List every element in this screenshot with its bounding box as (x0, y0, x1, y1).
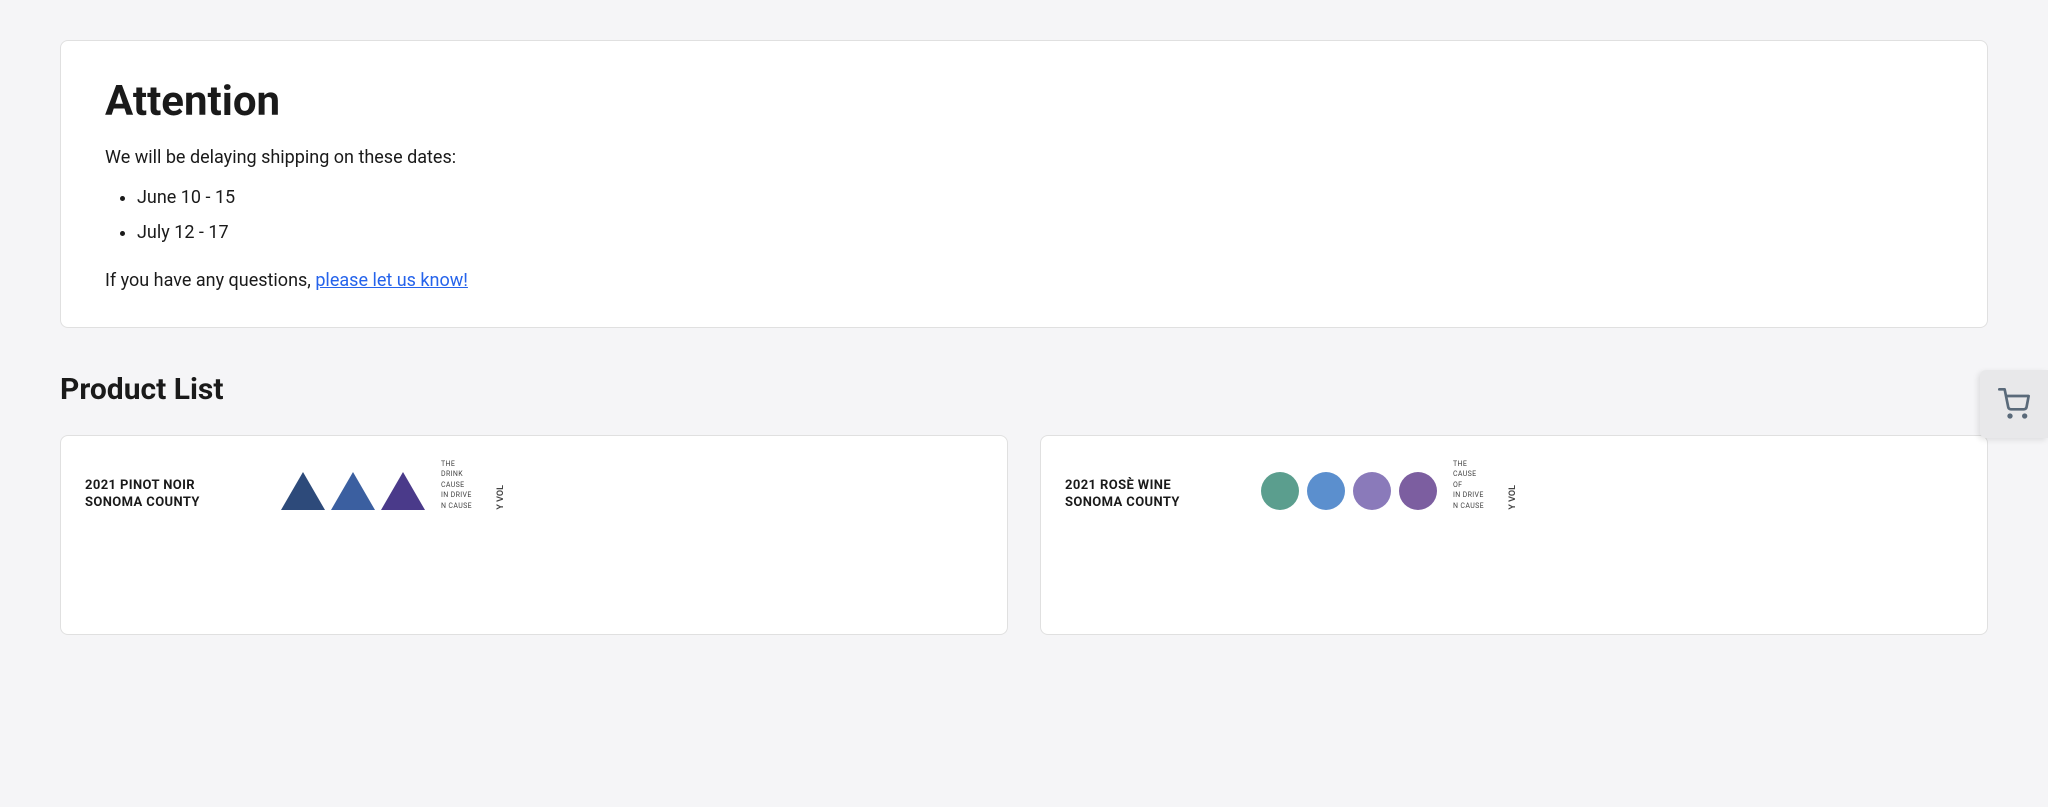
side-label: N CAUSE (1453, 502, 1484, 510)
circle-icon-1 (1261, 472, 1299, 510)
side-label: IN DRIVE (441, 491, 472, 499)
attention-box: Attention We will be delaying shipping o… (60, 40, 1988, 328)
product-info-rose-wine: 2021 ROSÈ WINE SONOMA COUNTY (1065, 478, 1245, 510)
product-region: SONOMA COUNTY (1065, 495, 1245, 510)
circle-icon-4 (1399, 472, 1437, 510)
vol-label-pinot: Y VOL (496, 485, 506, 510)
side-label: N CAUSE (441, 502, 472, 510)
attention-dates-list: June 10 - 15 July 12 - 17 (105, 184, 1943, 248)
cart-button[interactable] (1980, 370, 2048, 438)
attention-intro: We will be delaying shipping on these da… (105, 147, 1943, 168)
list-item: July 12 - 17 (137, 219, 1943, 248)
footer-prefix-text: If you have any questions, (105, 270, 315, 291)
circle-icon-3 (1353, 472, 1391, 510)
product-list-section: Product List 2021 PINOT NOIR SONOMA COUN… (60, 372, 1988, 635)
product-list-title: Product List (60, 372, 1988, 407)
side-label: THE (1453, 460, 1484, 468)
side-label: IN DRIVE (1453, 491, 1484, 499)
side-label: OF (1453, 481, 1484, 489)
product-region: SONOMA COUNTY (85, 495, 265, 510)
product-name: 2021 PINOT NOIR (85, 478, 265, 495)
side-label: DRINK (441, 470, 472, 478)
side-labels-pinot: THE DRINK CAUSE IN DRIVE N CAUSE (441, 460, 472, 510)
product-card-pinot-noir[interactable]: 2021 PINOT NOIR SONOMA COUNTY THE DRINK … (60, 435, 1008, 635)
circle-icon-2 (1307, 472, 1345, 510)
triangle-icon-3 (381, 472, 425, 510)
contact-link[interactable]: please let us know! (315, 270, 468, 291)
side-label: THE (441, 460, 472, 468)
product-card-rose-wine[interactable]: 2021 ROSÈ WINE SONOMA COUNTY THE CAUSE O… (1040, 435, 1988, 635)
vol-label-rose: Y VOL (1508, 485, 1518, 510)
triangle-icon-2 (331, 472, 375, 510)
product-triangles (281, 472, 425, 510)
attention-footer: If you have any questions, please let us… (105, 270, 1943, 291)
product-name: 2021 ROSÈ WINE (1065, 478, 1245, 495)
product-circles (1261, 472, 1437, 510)
cart-icon (1998, 388, 2030, 420)
side-label: CAUSE (1453, 470, 1484, 478)
triangle-icon-1 (281, 472, 325, 510)
list-item: June 10 - 15 (137, 184, 1943, 213)
product-info-pinot-noir: 2021 PINOT NOIR SONOMA COUNTY (85, 478, 265, 510)
side-labels-rose: THE CAUSE OF IN DRIVE N CAUSE (1453, 460, 1484, 510)
attention-title: Attention (105, 77, 1943, 127)
side-label: CAUSE (441, 481, 472, 489)
product-grid: 2021 PINOT NOIR SONOMA COUNTY THE DRINK … (60, 435, 1988, 635)
